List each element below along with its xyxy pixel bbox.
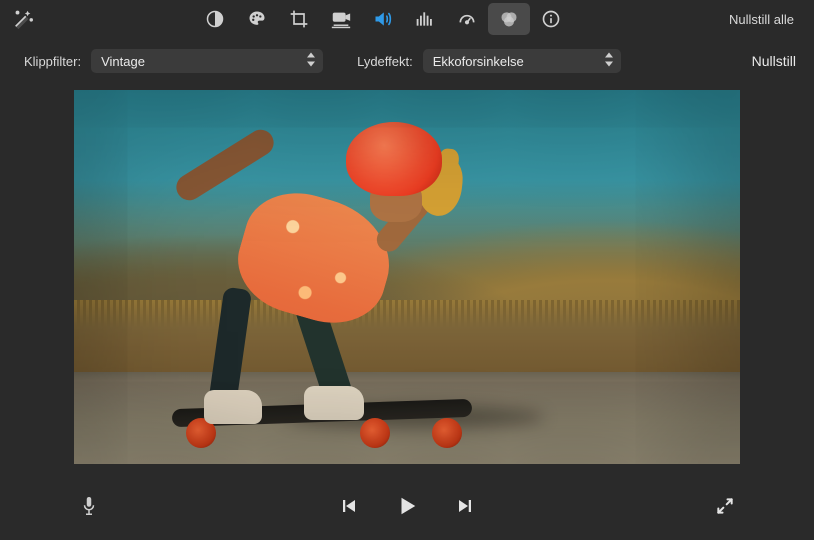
transport-bar xyxy=(0,482,814,540)
clip-filter-label: Klippfilter: xyxy=(24,54,81,69)
expand-button[interactable] xyxy=(710,491,740,521)
chevron-up-down-icon xyxy=(306,53,316,70)
next-icon xyxy=(455,497,475,515)
crop-tab[interactable] xyxy=(278,3,320,35)
microphone-icon xyxy=(80,495,98,517)
speed-icon xyxy=(456,9,478,29)
previous-button[interactable] xyxy=(334,491,364,521)
filter-effects-icon xyxy=(498,9,520,29)
clip-filter-value: Vintage xyxy=(101,54,145,69)
volume-icon xyxy=(372,9,394,29)
speed-tab[interactable] xyxy=(446,3,488,35)
next-button[interactable] xyxy=(450,491,480,521)
crop-icon xyxy=(289,9,309,29)
expand-icon xyxy=(715,496,735,516)
audio-effect-label: Lydeffekt: xyxy=(357,54,413,69)
clip-filter-select[interactable]: Vintage xyxy=(91,49,323,73)
filter-effects-tab[interactable] xyxy=(488,3,530,35)
magic-wand-icon xyxy=(12,8,34,30)
reset-button[interactable]: Nullstill xyxy=(748,51,800,71)
audio-effect-value: Ekkoforsinkelse xyxy=(433,54,524,69)
palette-tab[interactable] xyxy=(236,3,278,35)
contrast-icon xyxy=(205,9,225,29)
reset-all-button[interactable]: Nullstill alle xyxy=(723,8,800,31)
preview-area xyxy=(0,84,814,464)
volume-tab[interactable] xyxy=(362,3,404,35)
camera-stabilize-icon xyxy=(330,9,352,29)
toolbar: Nullstill alle xyxy=(0,0,814,38)
magic-wand-button[interactable] xyxy=(6,3,40,35)
equalizer-icon xyxy=(414,9,436,29)
microphone-button[interactable] xyxy=(74,491,104,521)
info-icon xyxy=(541,9,561,29)
previous-icon xyxy=(339,497,359,515)
equalizer-tab[interactable] xyxy=(404,3,446,35)
chevron-up-down-icon xyxy=(604,53,614,70)
contrast-tab[interactable] xyxy=(194,3,236,35)
filter-controls: Klippfilter: Vintage Lydeffekt: Ekkofors… xyxy=(0,38,814,84)
info-tab[interactable] xyxy=(530,3,572,35)
play-button[interactable] xyxy=(392,491,422,521)
camera-stabilize-tab[interactable] xyxy=(320,3,362,35)
toolbar-tabs xyxy=(194,3,572,35)
palette-icon xyxy=(246,9,268,29)
play-icon xyxy=(396,495,418,517)
audio-effect-select[interactable]: Ekkoforsinkelse xyxy=(423,49,621,73)
video-preview[interactable] xyxy=(74,90,740,464)
